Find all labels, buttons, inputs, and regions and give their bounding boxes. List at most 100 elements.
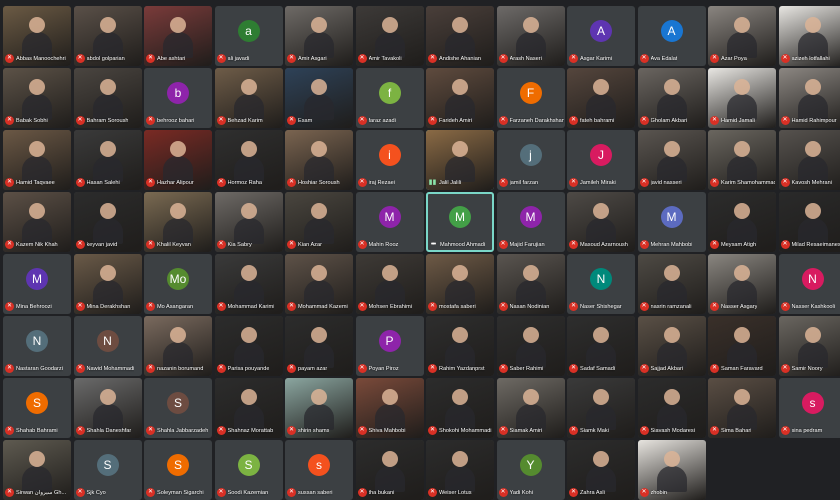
participant-tile[interactable]: j✕jamil farzan (497, 130, 565, 190)
participant-tile[interactable]: ✕Gholam Akbari (638, 68, 706, 128)
participant-tile[interactable]: M•••Mahmood Ahmadi (426, 192, 494, 252)
participant-tile[interactable]: ✕payam azar (285, 316, 353, 376)
participant-tile[interactable]: ✕zhobin (638, 440, 706, 500)
participant-tile[interactable]: ✕Rahim Yazdanprst (426, 316, 494, 376)
participant-tile[interactable]: ✕Saber Rahimi (497, 316, 565, 376)
participant-tile[interactable]: ✕Sirwan سیروان Gh... (3, 440, 71, 500)
participant-tile[interactable]: ✕Parisa pouyande (215, 316, 283, 376)
participant-tile[interactable]: ✕Azar Poya (708, 6, 776, 66)
participant-tile[interactable]: S✕Sjk Cyo (74, 440, 142, 500)
participant-head (382, 451, 398, 467)
more-options-icon[interactable]: ••• (428, 240, 438, 249)
participant-tile[interactable]: ✕shirin shams (285, 378, 353, 438)
participant-tile[interactable]: ✕Behzad Karim (215, 68, 283, 128)
participant-tile[interactable]: S✕Soleyman Sigarchi (144, 440, 212, 500)
participant-tile[interactable]: ✕Shahnaz Morattab (215, 378, 283, 438)
participant-tile[interactable]: ✕fateh bahrami (567, 68, 635, 128)
participant-tile[interactable]: N✕Naser Shishegar (567, 254, 635, 314)
participant-tile[interactable]: Mo✕Mo Asangaran (144, 254, 212, 314)
participant-tile[interactable]: ✕Hormoz Raha (215, 130, 283, 190)
participant-tile[interactable]: ✕Shiva Mahbobi (356, 378, 424, 438)
participant-tile[interactable]: ✕Kazem Nik Khah (3, 192, 71, 252)
participant-tile[interactable]: ✕Andishe Ahanian (426, 6, 494, 66)
participant-tile[interactable]: ✕Arash Naseri (497, 6, 565, 66)
participant-tile[interactable]: ✕Hazhar Alipour (144, 130, 212, 190)
participant-tile[interactable]: ✕Shahla Daneshfar (74, 378, 142, 438)
participant-tile[interactable]: ✕Hamid Rahimpour (779, 68, 840, 128)
participant-tile[interactable]: Y✕Yadi Kohi (497, 440, 565, 500)
participant-tile[interactable]: ✕Hamid Jamali (708, 68, 776, 128)
participant-tile[interactable]: ✕mostafa saberi (426, 254, 494, 314)
participant-tile[interactable]: f✕faraz azadi (356, 68, 424, 128)
participant-tile[interactable]: ✕nazanin borumand (144, 316, 212, 376)
participant-tile[interactable]: ✕abdol golparian (74, 6, 142, 66)
participant-tile[interactable]: ✕Nasan Nodinian (497, 254, 565, 314)
participant-tile[interactable]: ✕Shokohi Mohammadi (426, 378, 494, 438)
participant-tile[interactable]: S✕Soodi Kazemian (215, 440, 283, 500)
participant-tile[interactable]: ✕Khalil Keyvan (144, 192, 212, 252)
participant-tile[interactable]: ✕Karim Shamohammadi (708, 130, 776, 190)
participant-tile[interactable]: s✕sussan saberi (285, 440, 353, 500)
participant-tile[interactable]: F✕Farzaneh Darakhshan (497, 68, 565, 128)
participant-tile[interactable]: M✕Majid Farujian (497, 192, 565, 252)
participant-tile[interactable]: M✕Mina Behroozi (3, 254, 71, 314)
participant-tile[interactable]: ✕Hamid Taqvaee (3, 130, 71, 190)
participant-tile[interactable]: ✕Mina Derakhshan (74, 254, 142, 314)
participant-tile[interactable]: A✕Ava Edalat (638, 6, 706, 66)
participant-tile[interactable]: N✕Nastaran Goodarzi (3, 316, 71, 376)
participant-tile[interactable]: ✕Kavosh Mehrani (779, 130, 840, 190)
participant-tile[interactable]: a✕ali javadi (215, 6, 283, 66)
participant-name: tha bukani (369, 490, 395, 496)
participant-tile[interactable]: ✕Sajjad Akbari (638, 316, 706, 376)
participant-tile[interactable]: ✕azizeh lotfallahi (779, 6, 840, 66)
participant-tile[interactable]: ✕javid nasseri (638, 130, 706, 190)
participant-tile[interactable]: ✕Meysam Atigh (708, 192, 776, 252)
participant-tile[interactable]: S✕Shahla Jabbarzadeh (144, 378, 212, 438)
participant-tile[interactable]: ✕Weiser Lotus (426, 440, 494, 500)
participant-tile[interactable]: ✕Samir Noory (779, 316, 840, 376)
participant-tile[interactable]: ✕Mohammad Karimi (215, 254, 283, 314)
participant-tile[interactable]: M✕Mahin Rooz (356, 192, 424, 252)
participant-tile[interactable]: i✕iraj Rezaei (356, 130, 424, 190)
participant-tile[interactable]: ✕Esam (285, 68, 353, 128)
participant-tile[interactable]: ✕Siamak Amiri (497, 378, 565, 438)
participant-tile[interactable]: ✕Kian Azar (285, 192, 353, 252)
participant-tile[interactable]: ✕Siamk Maki (567, 378, 635, 438)
participant-tile[interactable]: ✕Amir Asgari (285, 6, 353, 66)
participant-tile[interactable]: ✕Milad Resaeimanesh (779, 192, 840, 252)
participant-tile[interactable]: ✕Nasser Asgary (708, 254, 776, 314)
participant-tile[interactable]: J✕Jamileh Miraki (567, 130, 635, 190)
participant-tile[interactable]: ✕Hasan Salehi (74, 130, 142, 190)
participant-tile[interactable]: ✕Siavash Modaresi (638, 378, 706, 438)
participant-tile[interactable]: A✕Asgar Karimi (567, 6, 635, 66)
participant-tile[interactable]: M✕Mehran Mahbobi (638, 192, 706, 252)
mic-muted-icon: ✕ (499, 488, 508, 497)
participant-tile[interactable]: ✕nasrin ramzanali (638, 254, 706, 314)
participant-tile[interactable]: ✕Bahram Soroush (74, 68, 142, 128)
participant-tile[interactable]: ✕Sadaf Samadi (567, 316, 635, 376)
mic-muted-icon: ✕ (710, 364, 719, 373)
participant-tile[interactable]: ✕tha bukani (356, 440, 424, 500)
participant-tile[interactable]: ✕Mohammad Kazemi (285, 254, 353, 314)
participant-tile[interactable]: N✕Nawid Mohammadi (74, 316, 142, 376)
participant-tile[interactable]: ✕Mohsen Ebrahimi (356, 254, 424, 314)
participant-tile[interactable]: ✕Farideh Amiri (426, 68, 494, 128)
participant-tile[interactable]: ✕Saman Faravard (708, 316, 776, 376)
participant-tile[interactable]: S✕Shahab Bahrami (3, 378, 71, 438)
participant-tile[interactable]: ✕Abbas Manoochehri (3, 6, 71, 66)
participant-tile[interactable]: N✕Nasser Kashkooli (779, 254, 840, 314)
participant-tile[interactable]: ✕Masoud Azarnoush (567, 192, 635, 252)
participant-tile[interactable]: P✕Poyan Piroz (356, 316, 424, 376)
participant-tile[interactable]: ✕Zahra Asli (567, 440, 635, 500)
participant-tile[interactable]: ✕Kia Sabry (215, 192, 283, 252)
participant-tile[interactable]: ✕Abe ashtari (144, 6, 212, 66)
participant-tile[interactable]: ✕Babak Sobhi (3, 68, 71, 128)
participant-tile[interactable]: b✕behrooz bahari (144, 68, 212, 128)
participant-tile[interactable]: ✕Sima Bahari (708, 378, 776, 438)
participant-tile[interactable]: s✕sina pedram (779, 378, 840, 438)
participant-tile[interactable]: ✕Hoshiar Soroush (285, 130, 353, 190)
participant-tile[interactable]: ✕Amir Tavakoli (356, 6, 424, 66)
mic-muted-icon: ✕ (569, 240, 578, 249)
participant-tile[interactable]: ▮▮Jalil Jalili (426, 130, 494, 190)
participant-tile[interactable]: ✕keyvan javid (74, 192, 142, 252)
